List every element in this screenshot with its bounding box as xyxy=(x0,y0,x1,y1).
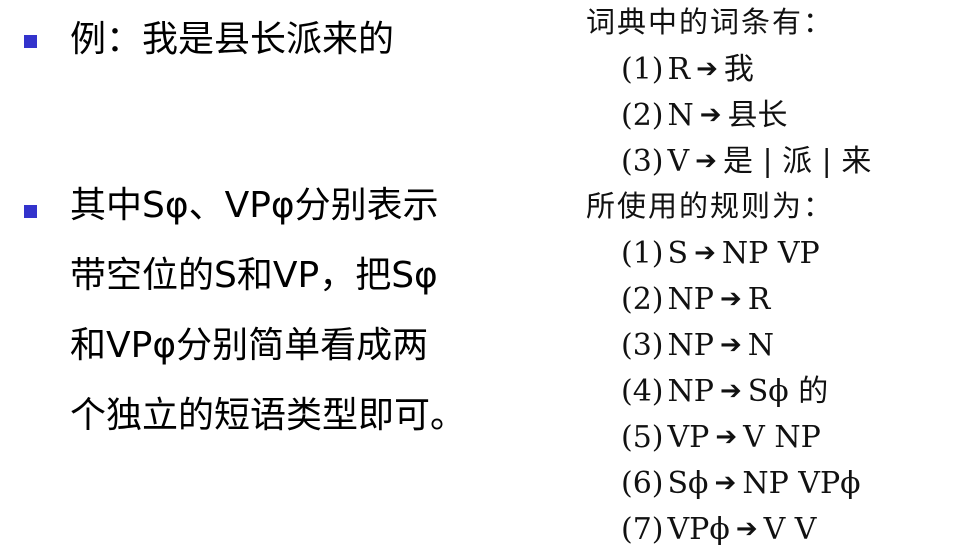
right-arrow-icon: ➔ xyxy=(694,238,716,268)
rule-rhs: N xyxy=(747,328,774,363)
rule-lhs: Sϕ xyxy=(667,466,709,501)
explanation-line-3: 和VPφ分别简单看成两 xyxy=(70,325,429,366)
rule-lhs: NP xyxy=(667,374,714,409)
example-text: 例：我是县长派来的 xyxy=(70,19,395,60)
rule-number: (3) xyxy=(621,328,664,363)
rule-lhs: S xyxy=(667,236,689,271)
right-arrow-icon: ➔ xyxy=(695,146,717,176)
rule-lhs: VP xyxy=(667,420,710,455)
rule-entry: (1) S ➔ NP VP xyxy=(621,239,820,269)
dictionary-entry: (2) N ➔ 县长 xyxy=(621,101,788,131)
right-arrow-icon: ➔ xyxy=(715,422,738,452)
entry-number: (3) xyxy=(621,144,664,179)
rule-number: (2) xyxy=(621,282,664,317)
bullet-square xyxy=(24,35,37,48)
right-arrow-icon: ➔ xyxy=(719,376,742,406)
entry-lhs: R xyxy=(667,52,691,87)
right-arrow-icon: ➔ xyxy=(719,330,742,360)
bullet-square xyxy=(24,205,37,218)
entry-number: (1) xyxy=(621,52,664,87)
entry-lhs: N xyxy=(667,98,694,133)
entry-lhs: V xyxy=(667,144,690,179)
rule-rhs: NP VP xyxy=(721,236,820,271)
rule-rhs: R xyxy=(747,282,771,317)
rule-rhs: NP VPϕ xyxy=(742,466,861,501)
right-arrow-icon: ➔ xyxy=(714,468,737,498)
rule-number: (5) xyxy=(621,420,664,455)
rule-number: (1) xyxy=(621,236,664,271)
rule-lhs: VPϕ xyxy=(667,512,730,547)
rule-number: (6) xyxy=(621,466,664,501)
rule-lhs: NP xyxy=(667,282,714,317)
entry-rhs: 我 xyxy=(723,52,754,87)
rule-rhs: Sϕ 的 xyxy=(747,374,829,409)
right-arrow-icon: ➔ xyxy=(696,54,718,84)
right-arrow-icon: ➔ xyxy=(735,514,758,544)
rule-number: (4) xyxy=(621,374,664,409)
entry-number: (2) xyxy=(621,98,664,133)
dictionary-entry: (3) V ➔ 是 | 派 | 来 xyxy=(621,147,871,177)
explanation-line-2: 带空位的S和VP，把Sφ xyxy=(70,255,438,296)
rule-rhs: V V xyxy=(763,512,817,547)
dictionary-heading: 词典中的词条有： xyxy=(586,5,835,39)
rule-entry: (2) NP ➔ R xyxy=(621,285,770,315)
rule-entry: (4) NP ➔ Sϕ 的 xyxy=(621,377,828,407)
entry-rhs: 是 | 派 | 来 xyxy=(722,144,872,179)
rule-entry: (5) VP ➔ V NP xyxy=(621,423,821,453)
rule-entry: (3) NP ➔ N xyxy=(621,331,774,361)
rule-lhs: NP xyxy=(667,328,714,363)
rule-entry: (6) Sϕ ➔ NP VPϕ xyxy=(621,469,861,499)
entry-rhs: 县长 xyxy=(727,98,788,133)
explanation-line-4: 个独立的短语类型即可。 xyxy=(70,395,467,436)
dictionary-entry: (1) R ➔ 我 xyxy=(621,55,754,85)
rule-entry: (7) VPϕ ➔ V V xyxy=(621,515,816,545)
rule-rhs: V NP xyxy=(743,420,821,455)
right-arrow-icon: ➔ xyxy=(699,100,722,130)
rule-number: (7) xyxy=(621,512,664,547)
right-arrow-icon: ➔ xyxy=(719,284,742,314)
explanation-line-1: 其中Sφ、VPφ分别表示 xyxy=(70,185,439,226)
rules-heading: 所使用的规则为： xyxy=(586,189,835,223)
